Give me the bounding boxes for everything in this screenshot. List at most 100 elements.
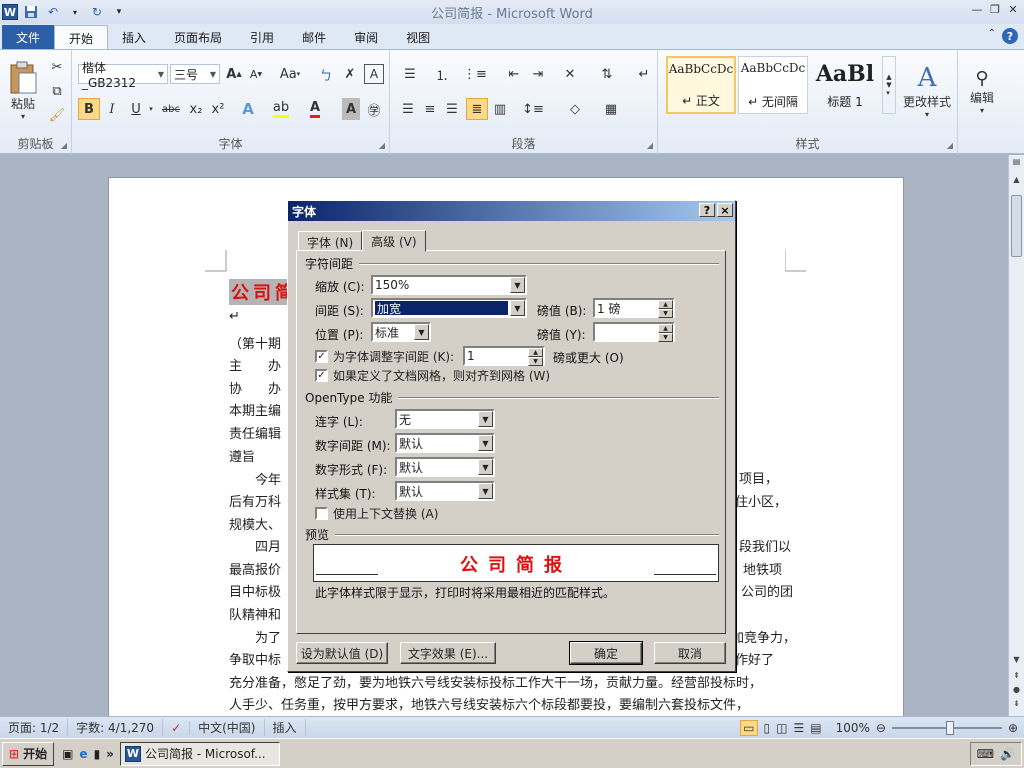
browse-object-icon[interactable]: ● [1011, 685, 1022, 694]
position-by-spinner[interactable]: ▲ ▼ [593, 322, 675, 342]
decrease-indent-icon[interactable]: ⇤ [504, 64, 524, 84]
line-spacing-icon[interactable]: ↕≡ [520, 98, 546, 120]
spacing-by-spinner[interactable]: 1 磅 ▲ ▼ [593, 298, 675, 318]
paste-button[interactable]: 粘贴 ▾ [4, 56, 42, 126]
insert-mode[interactable]: 插入 [265, 719, 306, 736]
phonetic-guide-icon[interactable]: ㄅ [316, 64, 336, 84]
italic-button[interactable]: I [102, 98, 122, 120]
undo-icon[interactable]: ↶ [44, 3, 62, 21]
tab-review[interactable]: 审阅 [340, 25, 392, 49]
checkbox-box[interactable] [315, 507, 328, 520]
quicklaunch-app-icon[interactable]: ▮ [94, 747, 101, 761]
number-forms-combo[interactable]: 默认 ▼ [395, 457, 495, 477]
chevron-down-icon[interactable]: ▼ [510, 300, 525, 316]
zoom-in-icon[interactable]: ⊕ [1008, 721, 1018, 735]
zoom-slider[interactable] [891, 720, 1002, 735]
previous-page-icon[interactable]: ⇞ [1011, 671, 1022, 680]
minimize-icon[interactable]: — [970, 2, 984, 16]
spin-down-icon[interactable]: ▼ [658, 309, 673, 318]
align-left-icon[interactable]: ☰ [398, 98, 418, 120]
styles-launcher-icon[interactable]: ◢ [947, 141, 953, 150]
style-heading-1[interactable]: AaBl 标题 1 [810, 56, 880, 114]
cut-icon[interactable]: ✂ [48, 58, 66, 76]
spin-down-icon[interactable]: ▼ [658, 333, 673, 342]
shrink-font-button[interactable]: A ▼ [246, 64, 266, 84]
restore-icon[interactable]: ❐ [988, 2, 1002, 16]
bold-button[interactable]: B [78, 98, 100, 120]
spin-up-icon[interactable]: ▲ [528, 348, 543, 357]
chevron-down-icon[interactable]: ▼ [478, 411, 493, 427]
copy-icon[interactable]: ⧉ [48, 82, 66, 100]
borders-icon[interactable]: ▦ [598, 98, 624, 120]
enclose-character-icon[interactable]: ㊫ [364, 98, 384, 120]
chevron-down-icon[interactable]: ▼ [478, 459, 493, 475]
character-shading-icon[interactable]: A [342, 98, 360, 120]
draft-icon[interactable]: ▤ [810, 721, 821, 735]
keyboard-icon[interactable]: ⌨ [977, 747, 994, 761]
underline-dropdown-icon[interactable]: ▾ [146, 98, 156, 120]
save-icon[interactable] [22, 3, 40, 21]
chevron-down-icon[interactable]: ▼ [414, 324, 429, 340]
undo-dropdown-icon[interactable]: ▾ [66, 3, 84, 21]
tab-insert[interactable]: 插入 [108, 25, 160, 49]
style-no-spacing[interactable]: AaBbCcDc ↵ 无间隔 [738, 56, 808, 114]
next-page-icon[interactable]: ⇟ [1011, 699, 1022, 708]
tab-mailings[interactable]: 邮件 [288, 25, 340, 49]
volume-icon[interactable]: 🔊 [1000, 747, 1015, 761]
checkbox-box[interactable]: ✓ [315, 369, 328, 382]
font-size-combo[interactable]: 三号 ▼ [170, 64, 220, 84]
zoom-out-icon[interactable]: ⊖ [876, 721, 886, 735]
superscript-button[interactable]: x² [208, 98, 228, 120]
print-layout-icon[interactable]: ▭ [740, 719, 758, 736]
quicklaunch-ie-icon[interactable]: e [79, 747, 87, 761]
paragraph-launcher-icon[interactable]: ◢ [647, 141, 653, 150]
word-logo-icon[interactable]: W [2, 4, 18, 20]
tab-font[interactable]: 字体 (N) [298, 231, 363, 251]
quicklaunch-desktop-icon[interactable]: ▣ [62, 747, 73, 761]
justify-icon[interactable]: ≣ [466, 98, 488, 120]
snap-to-grid-checkbox[interactable]: ✓ 如果定义了文档网格，则对齐到网格 (W) [315, 367, 550, 384]
contextual-alternates-checkbox[interactable]: 使用上下文替换 (A) [315, 505, 438, 522]
format-painter-icon[interactable]: 🖌 [48, 106, 66, 124]
language[interactable]: 中文(中国) [190, 719, 265, 736]
help-icon[interactable]: ? [1002, 28, 1018, 44]
scale-combo[interactable]: 150% ▼ [371, 275, 527, 295]
tab-references[interactable]: 引用 [236, 25, 288, 49]
scroll-down-icon[interactable]: ▼ [1011, 655, 1022, 664]
chinese-layout-icon[interactable]: ✕ [558, 64, 582, 84]
chevron-down-icon[interactable]: ▼ [510, 277, 525, 293]
cancel-button[interactable]: 取消 [654, 642, 726, 664]
close-icon[interactable]: ✕ [1006, 2, 1020, 16]
show-marks-icon[interactable]: ↵ [634, 64, 654, 84]
vertical-scrollbar[interactable]: ▤ ▲ ▼ ⇞ ● ⇟ [1008, 155, 1024, 716]
styles-scroll[interactable]: ▲ ▼ ▾ [882, 56, 896, 114]
word-count[interactable]: 字数: 4/1,270 [68, 719, 164, 736]
spin-up-icon[interactable]: ▲ [658, 300, 673, 309]
set-default-button[interactable]: 设为默认值 (D) [296, 642, 388, 664]
grow-font-button[interactable]: A ▲ [224, 64, 244, 84]
text-effects-button[interactable]: 文字效果 (E)... [400, 642, 496, 664]
ligatures-combo[interactable]: 无 ▼ [395, 409, 495, 429]
strikethrough-button[interactable]: abc [160, 98, 182, 120]
tab-advanced[interactable]: 高级 (V) [362, 230, 426, 252]
increase-indent-icon[interactable]: ⇥ [528, 64, 548, 84]
kerning-checkbox[interactable]: ✓ 为字体调整字间距 (K): [315, 348, 454, 365]
font-color-icon[interactable]: A [304, 98, 326, 120]
text-effects-icon[interactable]: A [236, 98, 260, 120]
clipboard-launcher-icon[interactable]: ◢ [61, 141, 67, 150]
start-button[interactable]: ⊞ 开始 [2, 741, 55, 766]
subscript-button[interactable]: x₂ [186, 98, 206, 120]
character-border-icon[interactable]: A [364, 64, 384, 84]
scroll-up-icon[interactable]: ▲ [1011, 175, 1022, 184]
proofing-icon[interactable]: ✓ [163, 720, 191, 735]
kerning-spinner[interactable]: 1 ▲ ▼ [463, 346, 545, 366]
page-count[interactable]: 页面: 1/2 [0, 719, 69, 736]
change-styles-button[interactable]: A 更改样式 ▾ [900, 56, 954, 126]
chevron-down-icon[interactable]: ▼ [478, 483, 493, 499]
spin-up-icon[interactable]: ▲ [658, 324, 673, 333]
multilevel-list-icon[interactable]: ⋮≡ [462, 64, 488, 84]
underline-button[interactable]: U [126, 98, 146, 120]
spin-down-icon[interactable]: ▼ [528, 357, 543, 366]
spacing-combo[interactable]: 加宽 ▼ [371, 298, 527, 318]
editing-button[interactable]: ⚲ 编辑 ▾ [962, 56, 1002, 126]
